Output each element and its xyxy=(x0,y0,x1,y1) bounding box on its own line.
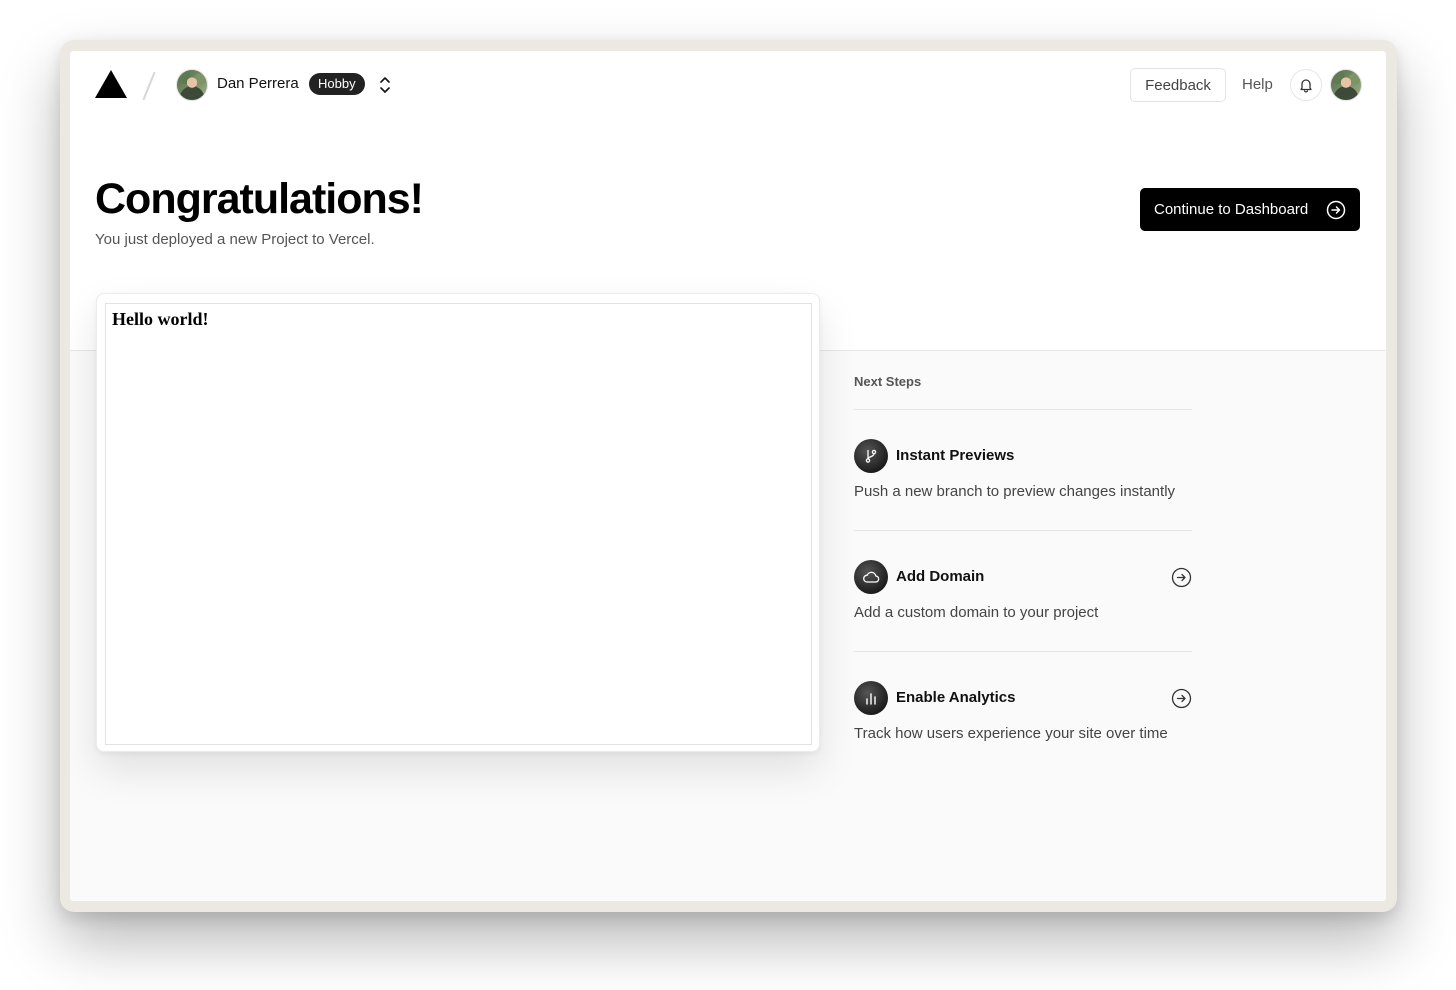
step-enable-analytics[interactable]: Enable Analytics Track how users experie… xyxy=(854,652,1192,773)
help-link[interactable]: Help xyxy=(1242,76,1273,93)
user-avatar[interactable] xyxy=(1330,69,1362,101)
team-avatar[interactable] xyxy=(176,69,208,101)
deployment-preview-card[interactable]: Hello world! xyxy=(96,293,820,752)
step-description: Push a new branch to preview changes ins… xyxy=(854,483,1176,500)
team-name[interactable]: Dan Perrera xyxy=(217,75,299,92)
cta-label: Continue to Dashboard xyxy=(1154,201,1309,218)
top-nav: Dan Perrera Hobby Feedback Help xyxy=(70,51,1386,121)
bell-icon xyxy=(1300,79,1312,93)
step-description: Add a custom domain to your project xyxy=(854,604,1099,621)
next-steps-heading: Next Steps xyxy=(854,371,1192,410)
plan-badge: Hobby xyxy=(309,73,365,95)
feedback-button[interactable]: Feedback xyxy=(1130,68,1226,102)
page-title: Congratulations! xyxy=(95,175,424,223)
step-title: Enable Analytics xyxy=(896,689,1016,706)
page-subtitle: You just deployed a new Project to Verce… xyxy=(95,231,375,248)
step-title: Add Domain xyxy=(896,568,985,585)
arrow-right-circle-icon xyxy=(1326,200,1346,220)
breadcrumb-separator xyxy=(142,71,156,101)
next-steps-panel: Next Steps Instant Previews Push a new b… xyxy=(854,371,1192,773)
git-branch-icon xyxy=(854,439,888,473)
chevron-up-down-icon[interactable] xyxy=(375,74,395,96)
vercel-logo-icon[interactable] xyxy=(95,70,127,98)
step-add-domain[interactable]: Add Domain Add a custom domain to your p… xyxy=(854,531,1192,652)
continue-to-dashboard-button[interactable]: Continue to Dashboard xyxy=(1140,188,1360,231)
arrow-right-circle-icon[interactable] xyxy=(1171,688,1192,709)
deployment-preview-frame[interactable]: Hello world! xyxy=(105,303,812,745)
arrow-right-circle-icon[interactable] xyxy=(1171,567,1192,588)
step-instant-previews[interactable]: Instant Previews Push a new branch to pr… xyxy=(854,410,1192,531)
notifications-button[interactable] xyxy=(1290,69,1322,101)
preview-content-text: Hello world! xyxy=(112,309,209,329)
cloud-icon xyxy=(854,560,888,594)
step-title: Instant Previews xyxy=(896,447,1015,464)
bar-chart-icon xyxy=(854,681,888,715)
app-window: Dan Perrera Hobby Feedback Help Congratu… xyxy=(70,51,1386,901)
step-description: Track how users experience your site ove… xyxy=(854,725,1168,742)
